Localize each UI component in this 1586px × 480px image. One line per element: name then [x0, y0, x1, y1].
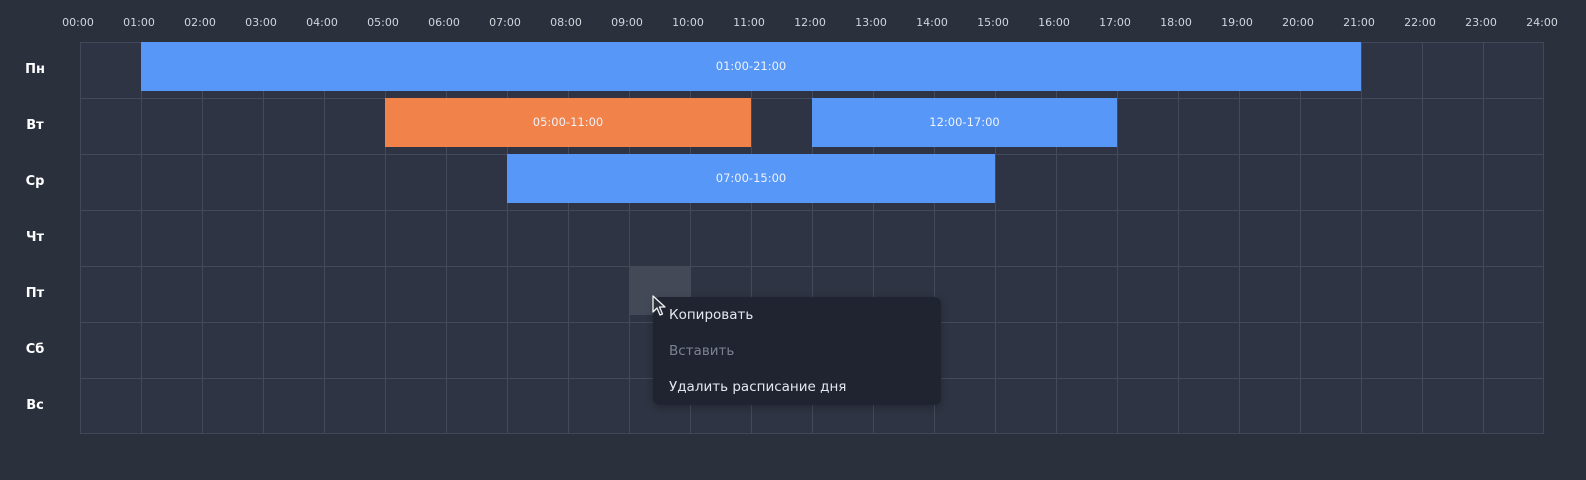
hour-axis: 00:00 01:00 02:00 03:00 04:00 05:00 06:00 07:00… — [0, 0, 1586, 40]
grid-line-horizontal — [81, 209, 1543, 211]
schedule-slot[interactable]: 01:00-21:00 — [141, 41, 1361, 91]
grid-line-vertical — [1300, 42, 1301, 433]
menu-item-paste: Вставить — [669, 343, 735, 359]
grid-line-horizontal — [81, 265, 1543, 267]
hour-label: 23:00 — [1465, 16, 1497, 29]
grid-line-vertical — [1483, 42, 1484, 433]
grid-line-vertical — [141, 42, 142, 433]
hour-label: 07:00 — [489, 16, 521, 29]
hour-label: 00:00 — [62, 16, 94, 29]
day-label: Пн — [25, 61, 45, 77]
hour-label: 08:00 — [550, 16, 582, 29]
schedule-slot[interactable]: 12:00-17:00 — [812, 97, 1117, 147]
hour-label: 06:00 — [428, 16, 460, 29]
schedule-slot[interactable]: 05:00-11:00 — [385, 97, 751, 147]
hour-label: 16:00 — [1038, 16, 1070, 29]
grid-line-vertical — [1422, 42, 1423, 433]
grid-line-vertical — [1117, 42, 1118, 433]
menu-item-delete-day[interactable]: Удалить расписание дня — [669, 372, 931, 402]
hour-label: 18:00 — [1160, 16, 1192, 29]
day-label: Вс — [26, 397, 44, 413]
hour-label: 09:00 — [611, 16, 643, 29]
hour-label: 14:00 — [916, 16, 948, 29]
menu-item-copy[interactable]: Копировать — [669, 300, 931, 330]
grid-line-vertical — [263, 42, 264, 433]
weekly-schedule: 00:00 01:00 02:00 03:00 04:00 05:00 06:00 07:00… — [0, 0, 1586, 480]
hour-label: 10:00 — [672, 16, 704, 29]
hour-label: 24:00 — [1526, 16, 1558, 29]
day-label: Пт — [25, 285, 45, 301]
grid-line-vertical — [202, 42, 203, 433]
context-menu: Копировать Вставить Удалить расписание д… — [653, 297, 941, 405]
day-label: Вт — [26, 117, 44, 133]
day-label: Чт — [25, 229, 45, 245]
hour-label: 17:00 — [1099, 16, 1131, 29]
hour-label: 11:00 — [733, 16, 765, 29]
hour-label: 12:00 — [794, 16, 826, 29]
hour-label: 03:00 — [245, 16, 277, 29]
grid-line-vertical — [324, 42, 325, 433]
hour-label: 05:00 — [367, 16, 399, 29]
hour-label: 13:00 — [855, 16, 887, 29]
grid-line-vertical — [1239, 42, 1240, 433]
day-label: Ср — [25, 173, 45, 189]
hour-label: 02:00 — [184, 16, 216, 29]
hour-label: 20:00 — [1282, 16, 1314, 29]
hour-label: 21:00 — [1343, 16, 1375, 29]
hour-label: 01:00 — [123, 16, 155, 29]
grid-line-vertical — [1178, 42, 1179, 433]
hour-label: 04:00 — [306, 16, 338, 29]
grid-line-vertical — [1361, 42, 1362, 433]
schedule-slot[interactable]: 07:00-15:00 — [507, 153, 995, 203]
hour-label: 19:00 — [1221, 16, 1253, 29]
mouse-cursor-icon — [652, 295, 666, 316]
hour-label: 22:00 — [1404, 16, 1436, 29]
hour-label: 15:00 — [977, 16, 1009, 29]
day-label: Сб — [25, 341, 45, 357]
